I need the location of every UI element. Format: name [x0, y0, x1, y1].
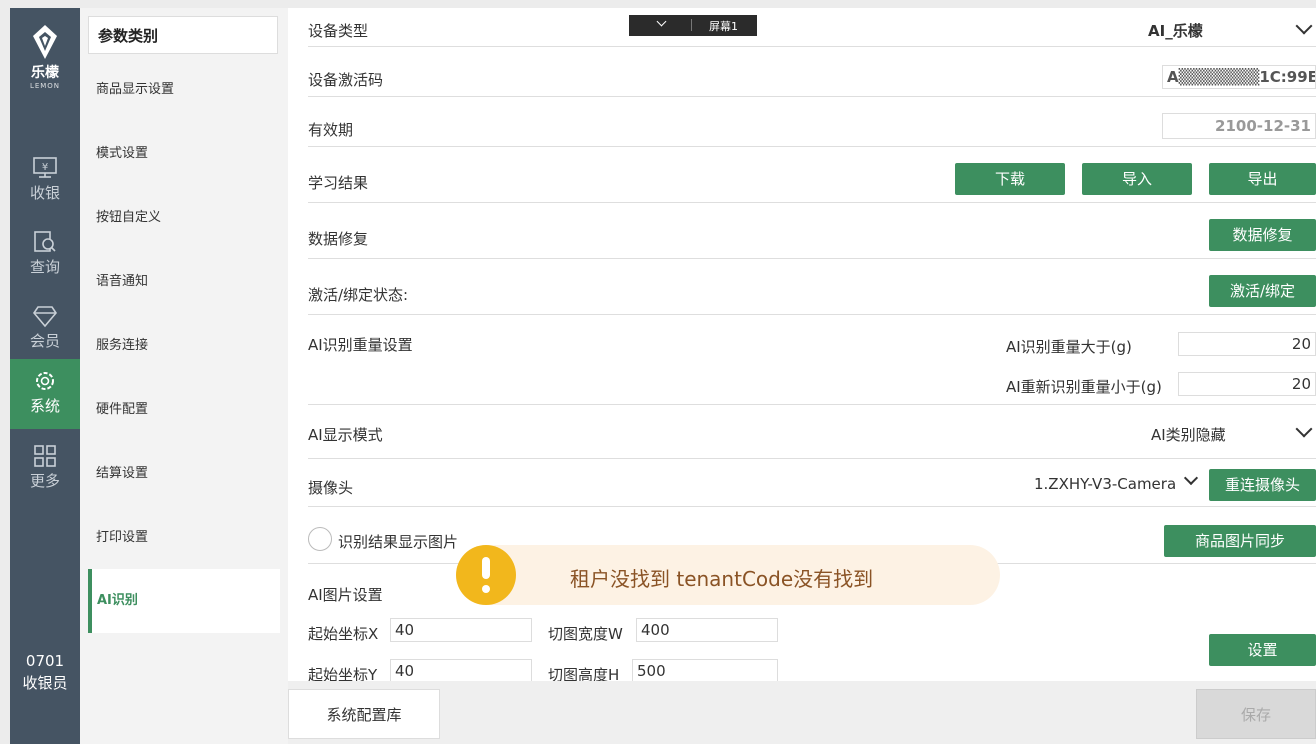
show-image-radio[interactable]	[308, 527, 332, 551]
validity-field[interactable]: 2100-12-31	[1162, 113, 1316, 139]
user-id: 0701	[25, 652, 65, 670]
diamond-icon	[33, 306, 57, 328]
row-activation-code: 设备激活码 A▒▒▒▒▒▒▒1C:99E48:B	[308, 47, 1316, 97]
row-camera: 摄像头 1.ZXHY-V3-Camera 重连摄像头	[308, 459, 1316, 507]
weight-less-input[interactable]: 20	[1178, 372, 1316, 396]
sync-product-images-button[interactable]: 商品图片同步	[1164, 525, 1316, 557]
row-device-type: 设备类型 AI_乐檬	[308, 8, 1316, 47]
user-role: 收银员	[22, 674, 68, 692]
screen-selector-bar[interactable]: 屏幕1	[629, 15, 757, 36]
learning-label: 学习结果	[308, 174, 369, 192]
screen-label: 屏幕1	[709, 20, 738, 33]
show-image-label: 识别结果显示图片	[338, 533, 459, 551]
activation-code-label: 设备激活码	[308, 71, 384, 89]
image-settings-label: AI图片设置	[308, 586, 383, 604]
reconnect-camera-button[interactable]: 重连摄像头	[1209, 469, 1316, 501]
camera-select[interactable]: 1.ZXHY-V3-Camera	[1034, 459, 1204, 506]
row-weight-settings: AI识别重量设置 AI识别重量大于(g) 20 AI重新识别重量小于(g) 20	[308, 315, 1316, 405]
nav-label-query: 查询	[29, 258, 60, 276]
nav-rail: 乐檬 LEMON ¥ 收银 查询 会员 系统 更多 0701 收银员	[10, 8, 80, 744]
row-activation-status: 激活/绑定状态: 激活/绑定	[308, 259, 1316, 315]
brand-logo: 乐檬 LEMON	[10, 24, 80, 90]
row-display-mode: AI显示模式 AI类别隐藏	[308, 405, 1316, 459]
category-item-buttons[interactable]: 按钮自定义	[88, 186, 280, 250]
download-button[interactable]: 下载	[955, 163, 1065, 195]
camera-value: 1.ZXHY-V3-Camera	[1034, 475, 1177, 493]
settings-panel: 设备类型 AI_乐檬 设备激活码 A▒▒▒▒▒▒▒1C:99E48:B 有效期 …	[288, 8, 1316, 744]
nav-label-member: 会员	[29, 332, 60, 350]
device-type-label: 设备类型	[308, 22, 369, 40]
category-item-hardware[interactable]: 硬件配置	[88, 378, 280, 442]
apply-settings-button[interactable]: 设置	[1209, 634, 1316, 666]
category-item-service[interactable]: 服务连接	[88, 314, 280, 378]
category-item-ai[interactable]: AI识别	[88, 569, 280, 633]
camera-label: 摄像头	[308, 479, 354, 497]
data-repair-button[interactable]: 数据修复	[1209, 219, 1316, 251]
export-button[interactable]: 导出	[1209, 163, 1316, 195]
chevron-down-icon	[1183, 470, 1199, 486]
display-mode-value: AI类别隐藏	[1151, 426, 1226, 444]
weight-settings-label: AI识别重量设置	[308, 336, 413, 354]
divider	[691, 19, 692, 31]
row-learning: 学习结果 下载 导入 导出	[308, 147, 1316, 203]
nav-label-more: 更多	[29, 472, 60, 490]
weight-greater-input[interactable]: 20	[1178, 332, 1316, 356]
category-item-product-display[interactable]: 商品显示设置	[88, 58, 280, 122]
save-button[interactable]: 保存	[1196, 689, 1316, 739]
nav-item-more[interactable]: 更多	[10, 434, 80, 504]
display-mode-select[interactable]: AI类别隐藏	[1151, 405, 1316, 458]
start-x-label: 起始坐标X	[308, 625, 379, 643]
logo-subtext: LEMON	[29, 82, 61, 90]
crop-height-input[interactable]: 500	[632, 659, 778, 683]
activate-bind-button[interactable]: 激活/绑定	[1209, 275, 1316, 307]
svg-text:¥: ¥	[42, 162, 48, 173]
validity-label: 有效期	[308, 121, 354, 139]
import-button[interactable]: 导入	[1082, 163, 1192, 195]
config-library-button[interactable]: 系统配置库	[288, 689, 440, 739]
category-item-checkout[interactable]: 结算设置	[88, 442, 280, 506]
start-y-input[interactable]: 40	[390, 659, 532, 683]
weight-greater-label: AI识别重量大于(g)	[1006, 338, 1132, 356]
cashier-monitor-icon: ¥	[33, 157, 57, 178]
display-mode-label: AI显示模式	[308, 426, 383, 444]
nav-item-member[interactable]: 会员	[10, 294, 80, 364]
category-panel: 参数类别 商品显示设置 模式设置 按钮自定义 语音通知 服务连接 硬件配置 结算…	[80, 8, 288, 744]
nav-item-query[interactable]: 查询	[10, 220, 80, 290]
category-item-print[interactable]: 打印设置	[88, 506, 280, 570]
crop-width-input[interactable]: 400	[636, 618, 778, 642]
logo-text: 乐檬	[31, 65, 59, 81]
search-document-icon	[34, 231, 56, 252]
grid-icon	[34, 445, 56, 467]
chevron-down-icon	[656, 16, 667, 27]
nav-item-cashier[interactable]: ¥ 收银	[10, 146, 80, 216]
toast-message: 租户没找到 tenantCode没有找到	[570, 567, 874, 591]
row-data-repair: 数据修复 数据修复	[308, 203, 1316, 259]
nav-label-system: 系统	[29, 397, 60, 415]
category-item-voice[interactable]: 语音通知	[88, 250, 280, 314]
category-title: 参数类别	[88, 16, 278, 54]
lemon-logo-icon	[33, 25, 57, 59]
row-validity: 有效期 2100-12-31	[308, 97, 1316, 147]
footer-bar: 系统配置库 保存	[288, 681, 1316, 744]
weight-less-label: AI重新识别重量小于(g)	[1006, 378, 1162, 396]
chevron-down-icon	[1295, 420, 1313, 438]
data-repair-label: 数据修复	[308, 230, 369, 248]
warning-icon	[456, 545, 516, 605]
crop-width-label: 切图宽度W	[548, 625, 623, 643]
category-item-mode[interactable]: 模式设置	[88, 122, 280, 186]
current-user: 0701 收银员	[10, 650, 80, 694]
activation-code-field[interactable]: A▒▒▒▒▒▒▒1C:99E48:B	[1162, 65, 1316, 89]
start-x-input[interactable]: 40	[390, 618, 532, 642]
chevron-down-icon	[1295, 17, 1313, 35]
device-type-select[interactable]: AI_乐檬	[1126, 8, 1316, 46]
activation-status-label: 激活/绑定状态:	[308, 286, 409, 304]
gear-icon	[36, 372, 54, 390]
nav-label-cashier: 收银	[29, 184, 60, 202]
nav-item-system[interactable]: 系统	[10, 359, 80, 429]
error-toast: 租户没找到 tenantCode没有找到	[456, 545, 1000, 605]
device-type-value: AI_乐檬	[1148, 22, 1203, 40]
